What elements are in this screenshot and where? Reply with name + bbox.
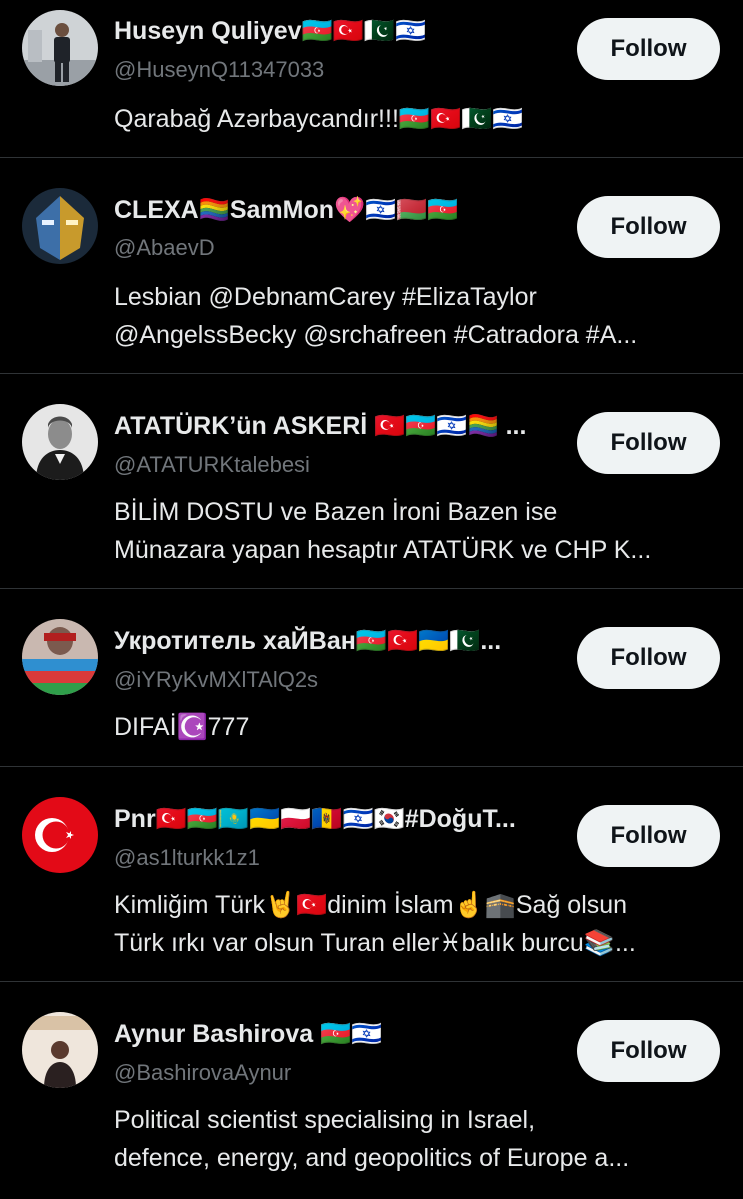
bio-line: Kimliğim Türk🤘🇹🇷dinim İslam☝️🕋Sağ olsun	[114, 891, 628, 919]
display-name[interactable]: CLEXA🏳️‍🌈SamMon💖🇮🇱🇧🇾🇦🇿	[114, 194, 566, 226]
username-handle[interactable]: @iYRyKvMXlTAlQ2s	[114, 665, 566, 695]
user-bio: Lesbian @DebnamCarey #ElizaTaylor @Angel…	[114, 278, 714, 354]
user-cell[interactable]: Pnr🇹🇷🇦🇿🇰🇿🇺🇦🇵🇱🇲🇩🇮🇱🇰🇷#DoğuT... @as1lturkk1…	[0, 767, 743, 982]
portrait-avatar[interactable]	[22, 404, 98, 480]
bio-line: Lesbian @DebnamCarey #ElizaTaylor	[114, 283, 537, 311]
user-cell[interactable]: ATATÜRK’ün ASKERİ 🇹🇷🇦🇿🇮🇱🏳️‍🌈 ... @ATATUR…	[0, 374, 743, 589]
display-name[interactable]: Укротитель хаЙВан🇦🇿🇹🇷🇺🇦🇵🇰...	[114, 625, 566, 657]
follow-button[interactable]: Follow	[577, 412, 720, 474]
display-name[interactable]: ATATÜRK’ün ASKERİ 🇹🇷🇦🇿🇮🇱🏳️‍🌈 ...	[114, 410, 566, 442]
bio-line: Münazara yapan hesaptır ATATÜRK ve CHP K…	[114, 536, 652, 564]
follow-button[interactable]: Follow	[577, 805, 720, 867]
user-bio: Political scientist specialising in Isra…	[114, 1101, 714, 1177]
user-cell[interactable]: Huseyn Quliyev🇦🇿🇹🇷🇵🇰🇮🇱 @HuseynQ11347033 …	[0, 0, 743, 158]
user-bio: Qarabağ Azərbaycandır!!!🇦🇿🇹🇷🇵🇰🇮🇱	[114, 100, 714, 138]
bio-line: DIFAİ☪️777	[114, 713, 250, 741]
user-bio: DIFAİ☪️777	[114, 708, 714, 746]
bio-line: Türk ırkı var olsun Turan eller♓balık bu…	[114, 929, 636, 957]
man-standing-avatar[interactable]	[22, 10, 98, 86]
user-cell[interactable]: Укротитель хаЙВан🇦🇿🇹🇷🇺🇦🇵🇰... @iYRyKvMXlT…	[0, 589, 743, 767]
username-handle[interactable]: @as1lturkk1z1	[114, 843, 566, 873]
username-handle[interactable]: @HuseynQ11347033	[114, 55, 566, 85]
username-handle[interactable]: @ATATURKtalebesi	[114, 450, 566, 480]
user-bio: Kimliğim Türk🤘🇹🇷dinim İslam☝️🕋Sağ olsun …	[114, 886, 714, 962]
username-handle[interactable]: @AbaevD	[114, 233, 566, 263]
bio-line: Qarabağ Azərbaycandır!!!🇦🇿🇹🇷🇵🇰🇮🇱	[114, 105, 524, 133]
bio-line: Political scientist specialising in Isra…	[114, 1106, 536, 1134]
user-bio: BİLİM DOSTU ve Bazen İroni Bazen ise Mün…	[114, 493, 714, 569]
woman-speaker-avatar[interactable]	[22, 1012, 98, 1088]
username-handle[interactable]: @BashirovaAynur	[114, 1058, 566, 1088]
bio-line: @AngelssBecky @srchafreen #Catradora #A.…	[114, 321, 638, 349]
user-cell[interactable]: Aynur Bashirova 🇦🇿🇮🇱 @BashirovaAynur Fol…	[0, 982, 743, 1199]
follow-button[interactable]: Follow	[577, 18, 720, 80]
follow-button[interactable]: Follow	[577, 627, 720, 689]
user-cell[interactable]: CLEXA🏳️‍🌈SamMon💖🇮🇱🇧🇾🇦🇿 @AbaevD Follow Le…	[0, 158, 743, 374]
follow-button[interactable]: Follow	[577, 1020, 720, 1082]
bio-line: BİLİM DOSTU ve Bazen İroni Bazen ise	[114, 498, 558, 526]
user-list: Huseyn Quliyev🇦🇿🇹🇷🇵🇰🇮🇱 @HuseynQ11347033 …	[0, 0, 743, 1199]
masked-fighter-avatar[interactable]	[22, 188, 98, 264]
flag-person-avatar[interactable]	[22, 619, 98, 695]
display-name[interactable]: Pnr🇹🇷🇦🇿🇰🇿🇺🇦🇵🇱🇲🇩🇮🇱🇰🇷#DoğuT...	[114, 803, 566, 835]
display-name[interactable]: Huseyn Quliyev🇦🇿🇹🇷🇵🇰🇮🇱	[114, 15, 566, 47]
follow-button[interactable]: Follow	[577, 196, 720, 258]
display-name[interactable]: Aynur Bashirova 🇦🇿🇮🇱	[114, 1018, 566, 1050]
turkish-flag-avatar[interactable]	[22, 797, 98, 873]
bio-line: defence, energy, and geopolitics of Euro…	[114, 1144, 630, 1172]
